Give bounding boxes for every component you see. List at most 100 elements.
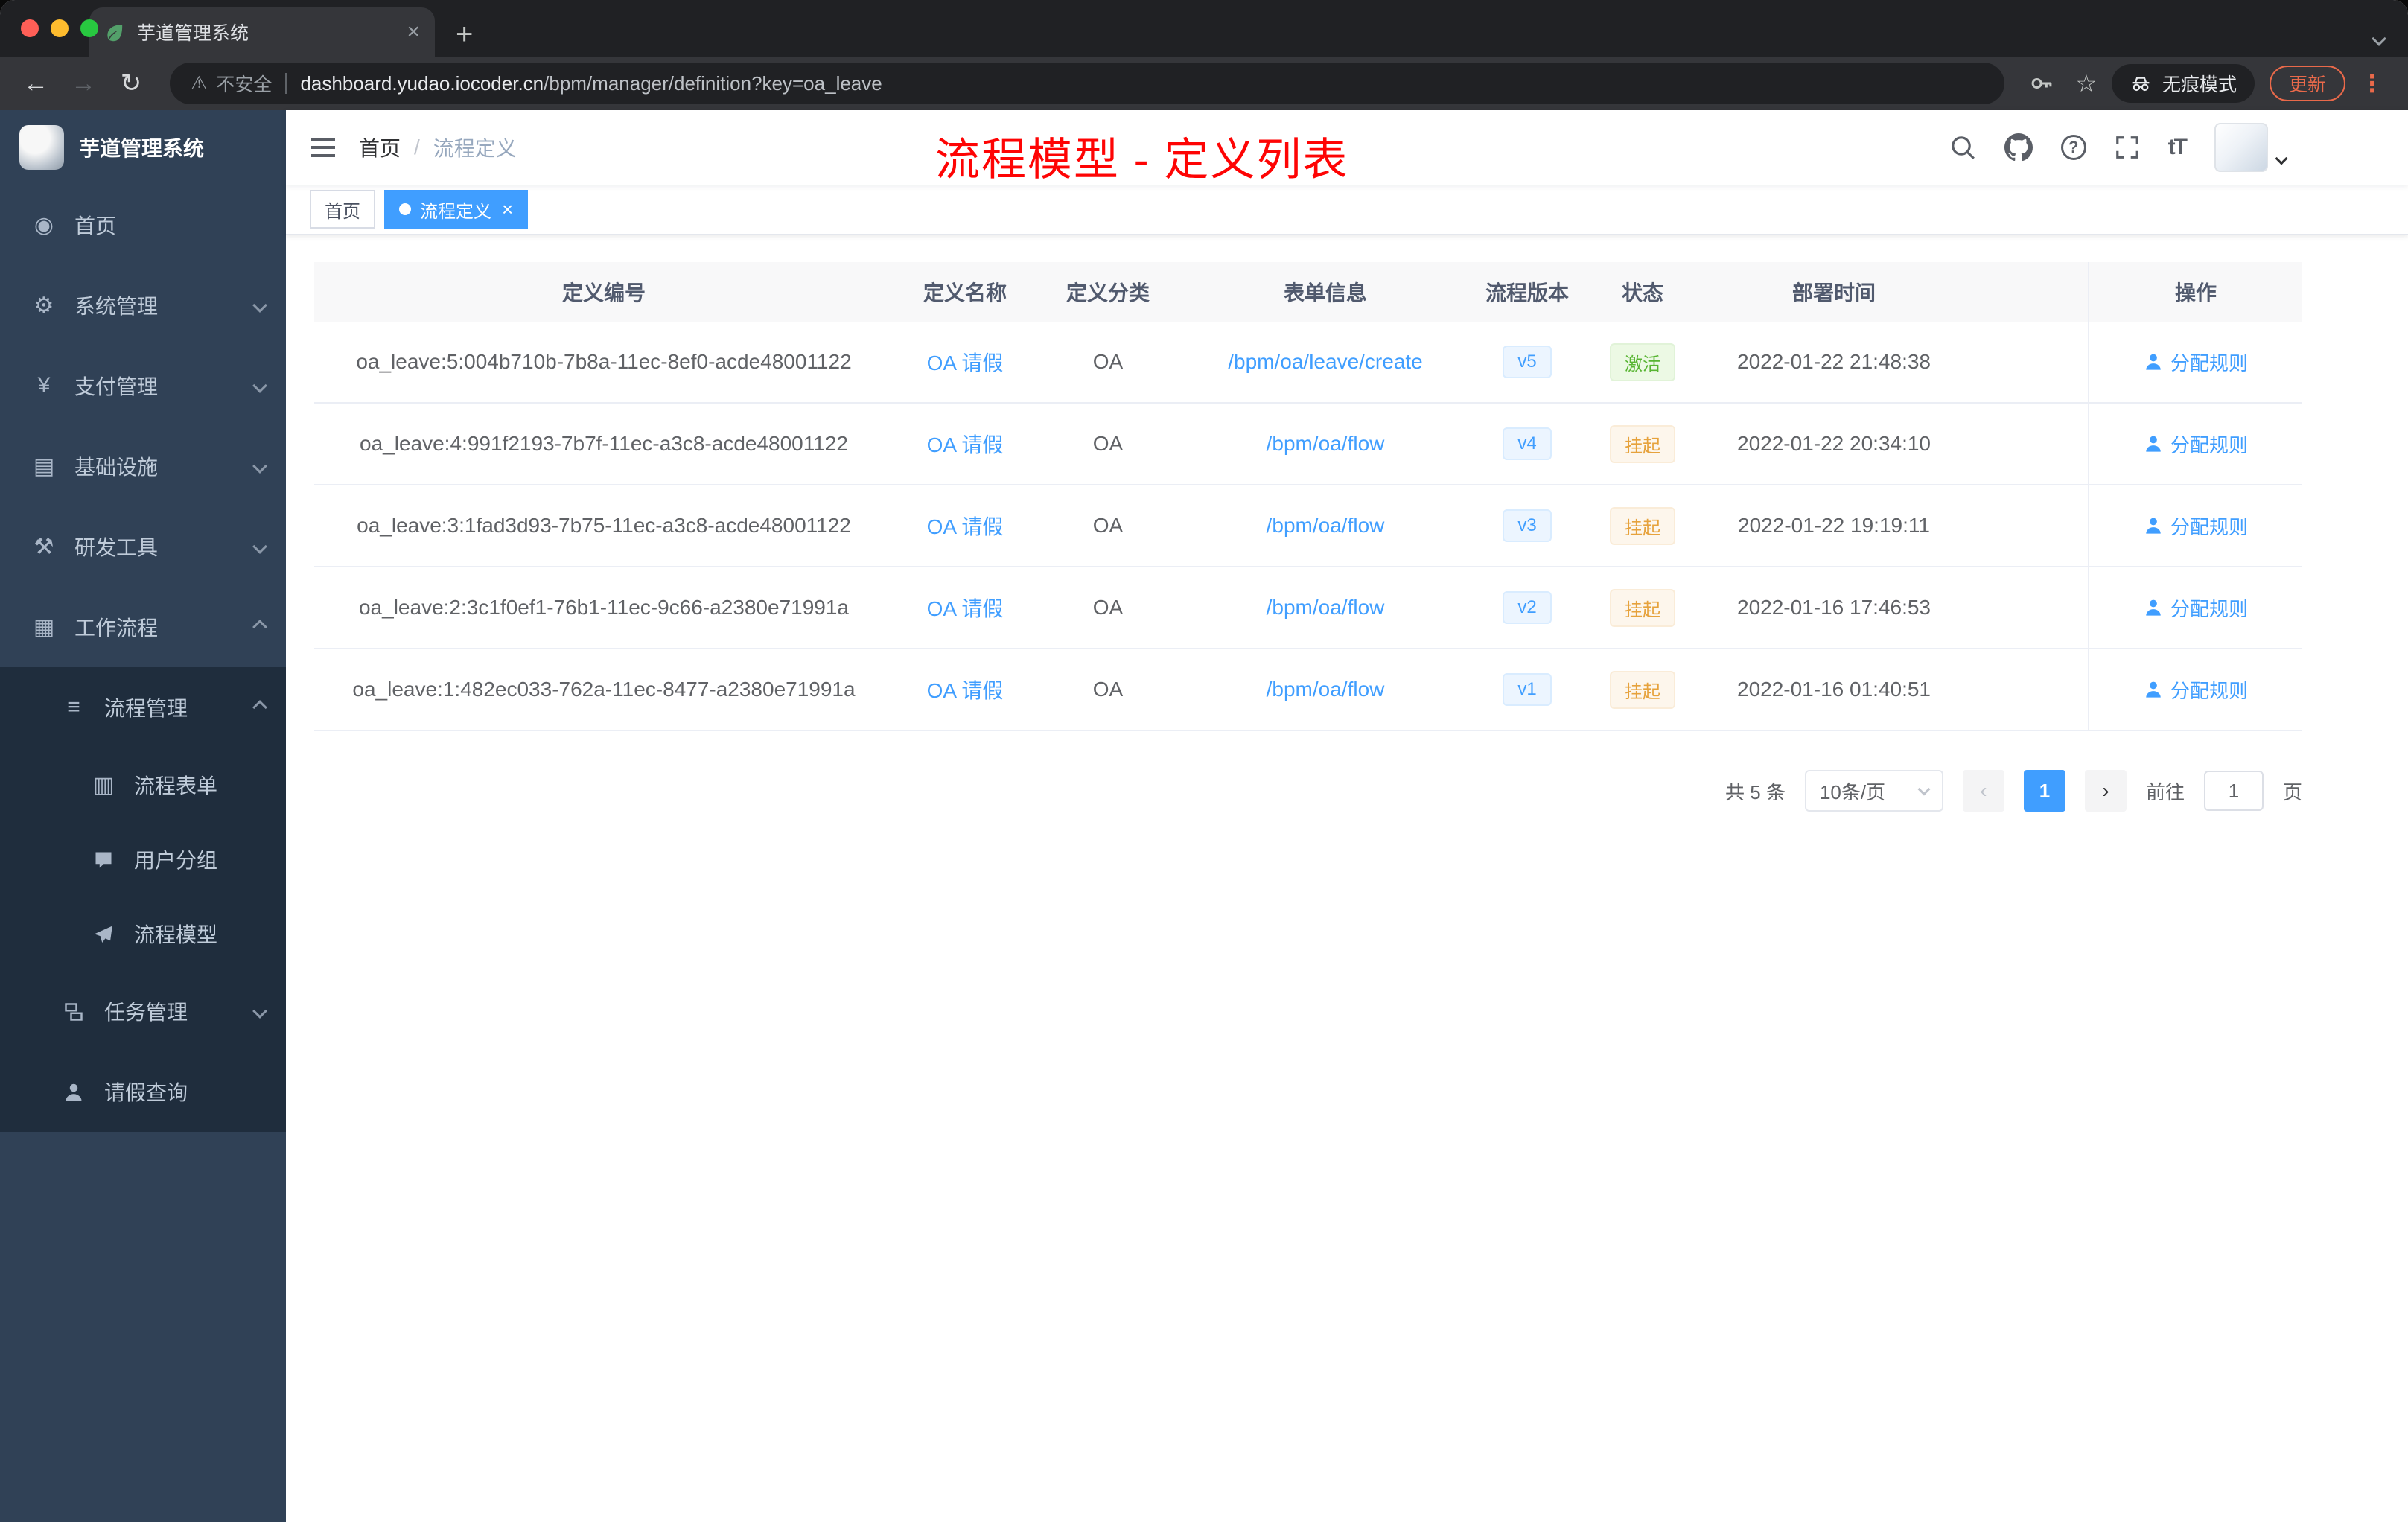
- sidebar-item-leave-query[interactable]: 请假查询: [0, 1051, 286, 1132]
- sidebar-item-process-form[interactable]: ▥ 流程表单: [0, 748, 286, 822]
- incognito-badge: 无痕模式: [2111, 64, 2255, 103]
- page-content: 定义编号 定义名称 定义分类 表单信息 流程版本 状态 部署时间 操作 oa_l…: [286, 235, 2408, 1522]
- definition-name-link[interactable]: OA 请假: [927, 351, 1004, 375]
- sidebar-item-user-group[interactable]: 用户分组: [0, 822, 286, 897]
- deploy-time: 2022-01-16 17:46:53: [1737, 596, 1931, 619]
- col-definition-category: 定义分类: [1066, 281, 1150, 305]
- form-info-link[interactable]: /bpm/oa/flow: [1267, 514, 1385, 537]
- sidebar-item-process-management[interactable]: ≡ 流程管理: [0, 667, 286, 748]
- chevron-down-icon: [252, 378, 267, 393]
- sidebar-logo[interactable]: 芋道管理系统: [0, 110, 286, 185]
- total-count: 共 5 条: [1725, 780, 1786, 803]
- assign-rule-link[interactable]: 分配规则: [2144, 348, 2248, 376]
- fullscreen-icon[interactable]: [2115, 135, 2140, 160]
- sidebar-item-workflow[interactable]: ▦ 工作流程: [0, 587, 286, 667]
- form-info-link[interactable]: /bpm/oa/leave/create: [1228, 350, 1423, 373]
- status-badge: 激活: [1610, 343, 1675, 381]
- password-key-icon[interactable]: [2022, 64, 2061, 103]
- back-button[interactable]: ←: [15, 63, 57, 104]
- definition-id: oa_leave:2:3c1f0ef1-76b1-11ec-9c66-a2380…: [358, 596, 849, 619]
- forward-button: →: [71, 69, 96, 98]
- hamburger-icon[interactable]: [310, 136, 337, 159]
- version-badge: v3: [1503, 509, 1552, 542]
- goto-unit: 页: [2282, 780, 2302, 803]
- close-window-button[interactable]: [21, 19, 39, 37]
- goto-page-input[interactable]: [2203, 771, 2264, 811]
- prev-page-button[interactable]: ‹: [1962, 770, 2004, 812]
- sidebar-item-process-model[interactable]: 流程模型: [0, 897, 286, 971]
- definition-name-link[interactable]: OA 请假: [927, 433, 1004, 456]
- github-icon[interactable]: [2004, 133, 2033, 162]
- form-info-link[interactable]: /bpm/oa/flow: [1267, 596, 1385, 619]
- sidebar-item-dev-tools[interactable]: ⚒ 研发工具: [0, 506, 286, 587]
- definition-id: oa_leave:3:1fad3d93-7b75-11ec-a3c8-acde4…: [357, 514, 851, 537]
- deploy-time: 2022-01-22 19:19:11: [1738, 514, 1930, 537]
- security-status[interactable]: ⚠ 不安全: [191, 70, 272, 97]
- sidebar-item-infrastructure[interactable]: ▤ 基础设施: [0, 426, 286, 506]
- table-row: oa_leave:2:3c1f0ef1-76b1-11ec-9c66-a2380…: [314, 567, 2302, 649]
- assign-rule-link[interactable]: 分配规则: [2144, 676, 2248, 704]
- assign-rule-link[interactable]: 分配规则: [2144, 430, 2248, 458]
- tools-icon: ⚒: [34, 534, 54, 559]
- definition-category: OA: [1092, 432, 1124, 455]
- next-page-button[interactable]: ›: [2084, 770, 2127, 812]
- person-icon: [2146, 599, 2161, 616]
- chevron-up-icon: [252, 620, 267, 634]
- definition-table: 定义编号 定义名称 定义分类 表单信息 流程版本 状态 部署时间 操作 oa_l…: [314, 262, 2302, 731]
- font-size-icon[interactable]: tT: [2168, 135, 2188, 160]
- tab-close-icon[interactable]: ×: [407, 21, 420, 43]
- reload-button[interactable]: ↻: [110, 63, 152, 104]
- person-icon: [2146, 518, 2161, 534]
- process-list-icon: ≡: [67, 695, 80, 719]
- page-1-button[interactable]: 1: [2023, 770, 2065, 812]
- dashboard-icon: ◉: [34, 212, 54, 238]
- user-menu[interactable]: [2214, 123, 2288, 172]
- browser-window: 芋道管理系统 × + ← → ↻ ⚠ 不安全 dashboard.yudao.i…: [0, 0, 2408, 1522]
- browser-menu-icon[interactable]: ⋮: [2351, 69, 2393, 98]
- sidebar-item-task-management[interactable]: 任务管理: [0, 971, 286, 1051]
- definition-id: oa_leave:1:482ec033-762a-11ec-8477-a2380…: [352, 678, 856, 701]
- version-badge: v1: [1503, 673, 1552, 706]
- table-row: oa_leave:3:1fad3d93-7b75-11ec-a3c8-acde4…: [314, 485, 2302, 567]
- new-tab-button[interactable]: +: [456, 19, 473, 49]
- sidebar-item-system-management[interactable]: ⚙ 系统管理: [0, 265, 286, 346]
- sidebar-item-payment-management[interactable]: ¥ 支付管理: [0, 346, 286, 426]
- definition-id: oa_leave:5:004b710b-7b8a-11ec-8ef0-acde4…: [356, 350, 852, 373]
- browser-tab[interactable]: 芋道管理系统 ×: [89, 7, 435, 57]
- col-process-version: 流程版本: [1485, 281, 1569, 305]
- tag-home[interactable]: 首页: [310, 190, 375, 229]
- definition-name-link[interactable]: OA 请假: [927, 515, 1004, 538]
- search-icon[interactable]: [1949, 134, 1976, 161]
- table-row: oa_leave:1:482ec033-762a-11ec-8477-a2380…: [314, 649, 2302, 731]
- address-bar[interactable]: ⚠ 不安全 dashboard.yudao.iocoder.cn/bpm/man…: [170, 63, 2004, 104]
- tab-title: 芋道管理系统: [137, 23, 249, 44]
- form-info-link[interactable]: /bpm/oa/flow: [1267, 432, 1385, 455]
- help-icon[interactable]: ?: [2060, 135, 2086, 160]
- update-button[interactable]: 更新: [2269, 66, 2345, 101]
- form-info-link[interactable]: /bpm/oa/flow: [1267, 678, 1385, 701]
- table-header: 定义编号 定义名称 定义分类 表单信息 流程版本 状态 部署时间 操作: [314, 262, 2302, 322]
- col-form-info: 表单信息: [1283, 281, 1367, 305]
- avatar-caret-icon: [2275, 152, 2288, 165]
- definition-name-link[interactable]: OA 请假: [927, 679, 1004, 702]
- breadcrumb-home[interactable]: 首页: [359, 133, 401, 162]
- definition-name-link[interactable]: OA 请假: [927, 597, 1004, 620]
- zoom-window-button[interactable]: [80, 19, 98, 37]
- breadcrumb-current: 流程定义: [433, 137, 517, 160]
- assign-rule-link[interactable]: 分配规则: [2144, 512, 2248, 540]
- version-badge: v4: [1503, 427, 1552, 460]
- page-size-select[interactable]: 10条/页: [1804, 770, 1943, 812]
- person-icon: [2146, 436, 2161, 452]
- tag-process-definition[interactable]: 流程定义 ×: [384, 190, 529, 229]
- person-icon: [60, 1079, 88, 1104]
- assign-rule-link[interactable]: 分配规则: [2144, 594, 2248, 622]
- deploy-time: 2022-01-16 01:40:51: [1737, 678, 1931, 701]
- bookmark-star-icon[interactable]: ☆: [2067, 64, 2106, 103]
- tab-search-chevron-icon[interactable]: [2372, 22, 2386, 50]
- avatar[interactable]: [2214, 123, 2268, 172]
- minimize-window-button[interactable]: [51, 19, 69, 37]
- sidebar-item-home[interactable]: ◉ 首页: [0, 185, 286, 265]
- browser-tabstrip: 芋道管理系统 × +: [0, 0, 2408, 57]
- col-definition-id: 定义编号: [561, 281, 646, 305]
- tag-close-icon[interactable]: ×: [502, 200, 513, 219]
